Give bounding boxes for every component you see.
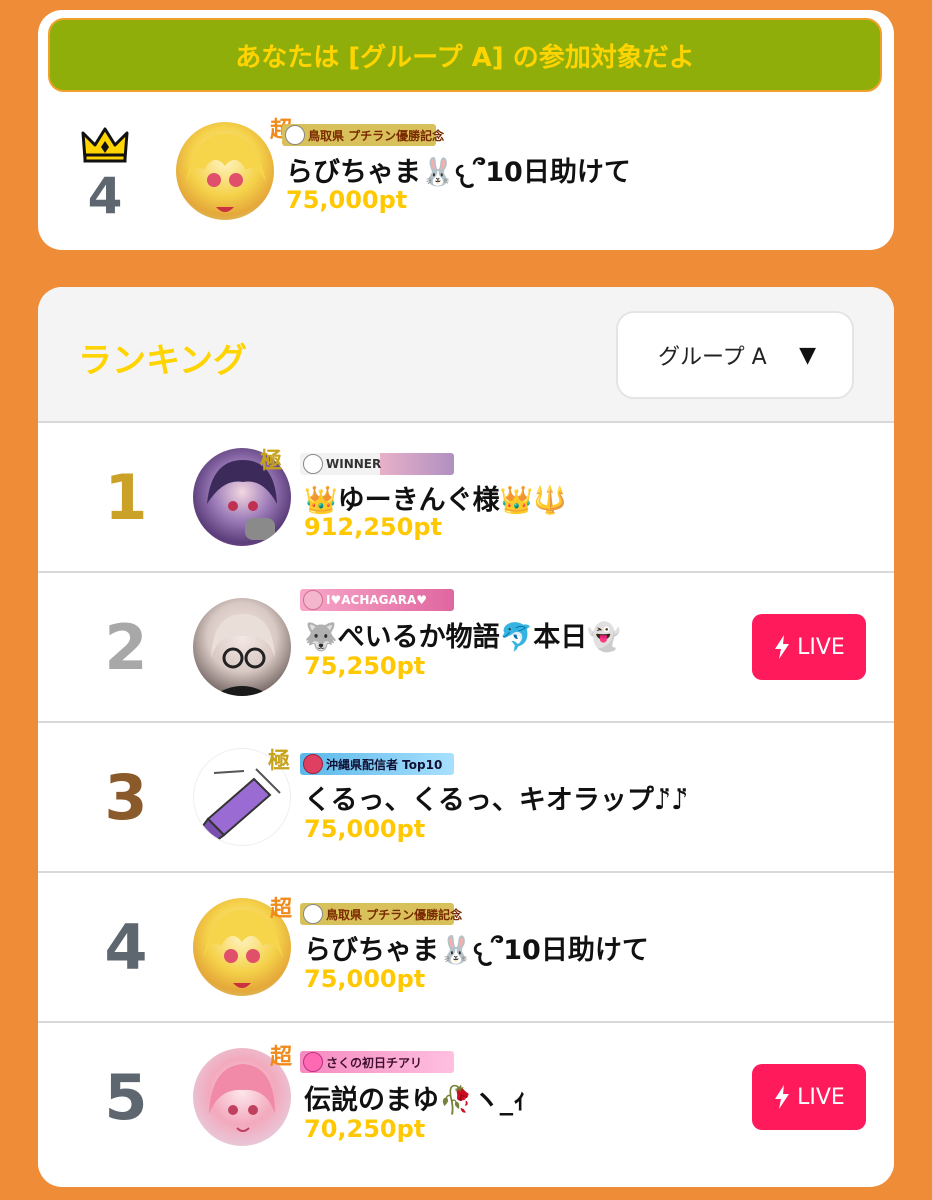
user-points: 70,250pt — [304, 1115, 426, 1143]
tier-badge: 極 — [268, 749, 291, 774]
badge-medal-icon — [285, 125, 305, 145]
achievement-badge: 鳥取県 プチラン優勝記念 — [282, 124, 444, 146]
ranking-title: ランキング — [78, 341, 247, 381]
user-points: 75,000pt — [286, 186, 408, 214]
tier-badge: 超 — [270, 897, 293, 922]
badge-medal-icon — [303, 590, 323, 610]
user-name: くるっ、くるっ、キオラップ♪̈♪̈ — [304, 785, 689, 816]
rank-number: 4 — [104, 910, 148, 984]
user-points: 912,250pt — [304, 513, 442, 541]
achievement-badge: WINNER — [300, 453, 454, 475]
live-button[interactable]: LIVE — [752, 614, 866, 680]
user-name: 🐺ぺいるか物語🐬本日👻 — [304, 622, 621, 653]
user-name: 伝説のまゆ🥀ヽ_ｨ — [304, 1085, 527, 1116]
tier-badge: 極 — [260, 449, 283, 474]
group-select-value: グループ A — [658, 345, 767, 370]
avatar[interactable] — [193, 598, 291, 696]
user-name: 👑ゆーきんぐ様👑🔱 — [304, 485, 567, 516]
rank-number: 5 — [104, 1060, 148, 1134]
user-points: 75,000pt — [304, 815, 426, 843]
achievement-badge: 沖縄県配信者 Top10 — [300, 753, 454, 775]
live-button[interactable]: LIVE — [752, 1064, 866, 1130]
user-points: 75,250pt — [304, 652, 426, 680]
user-name: らびちゃま🐰𐔌՞10日助けて — [304, 935, 649, 966]
ranking-row[interactable]: 2 I♥ACHAGARA♥ 🐺ぺいるか物語🐬本日👻 75,250pt LIVE — [38, 571, 894, 721]
my-rank-number: 4 — [87, 167, 123, 225]
badge-label: 沖縄県配信者 Top10 — [326, 757, 443, 772]
avatar[interactable] — [176, 122, 274, 220]
user-name: らびちゃま🐰𐔌՞10日助けて — [286, 157, 631, 188]
lightning-icon — [775, 635, 790, 659]
ranking-row[interactable]: 3 極 沖縄県配信者 Top10 くるっ、くるっ、キオラップ♪̈♪̈ 75,00… — [38, 721, 894, 871]
badge-medal-icon — [303, 904, 323, 924]
my-entry-card: あなたは [グループ A] の参加対象だよ 4 超 鳥取県 プチラン優勝記念 ら… — [38, 10, 894, 250]
crown-icon — [81, 127, 129, 163]
triangle-down-icon: ▼ — [799, 342, 816, 368]
badge-star-icon — [303, 1052, 323, 1072]
ranking-row[interactable]: 5 超 さくの初日チアリ 伝説のまゆ🥀ヽ_ｨ 70,250pt LIVE — [38, 1021, 894, 1171]
ranking-header: ランキング グループ A ▼ — [38, 287, 894, 421]
group-select[interactable]: グループ A ▼ — [616, 311, 854, 399]
badge-label: WINNER — [326, 457, 382, 471]
achievement-badge: 鳥取県 プチラン優勝記念 — [300, 903, 462, 925]
rank-number: 1 — [104, 460, 148, 534]
achievement-badge: I♥ACHAGARA♥ — [300, 589, 454, 611]
badge-medal-icon — [303, 454, 323, 474]
badge-label: さくの初日チアリ — [326, 1055, 423, 1070]
lightning-icon — [775, 1085, 790, 1109]
achievement-badge: さくの初日チアリ — [300, 1051, 454, 1073]
ranking-row[interactable]: 1 極 WINNER 👑ゆーきんぐ様👑🔱 912,250pt — [38, 421, 894, 571]
rank-number: 2 — [104, 610, 148, 684]
tier-badge: 超 — [270, 1045, 293, 1070]
badge-label: I♥ACHAGARA♥ — [326, 593, 428, 607]
user-points: 75,000pt — [304, 965, 426, 993]
badge-label: 鳥取県 プチラン優勝記念 — [326, 907, 463, 922]
badge-label: 鳥取県 プチラン優勝記念 — [308, 128, 445, 143]
my-rank: 4 — [78, 125, 132, 221]
ranking-card: ランキング グループ A ▼ 1 極 WINNER 👑ゆーきんぐ様👑🔱 912,… — [38, 287, 894, 1187]
badge-flower-icon — [303, 754, 323, 774]
live-label: LIVE — [797, 1084, 845, 1110]
group-banner: あなたは [グループ A] の参加対象だよ — [48, 18, 882, 92]
live-label: LIVE — [797, 634, 845, 660]
ranking-row[interactable]: 4 超 鳥取県 プチラン優勝記念 らびちゃま🐰𐔌՞10日助けて 75,000pt — [38, 871, 894, 1021]
rank-number: 3 — [104, 760, 148, 834]
